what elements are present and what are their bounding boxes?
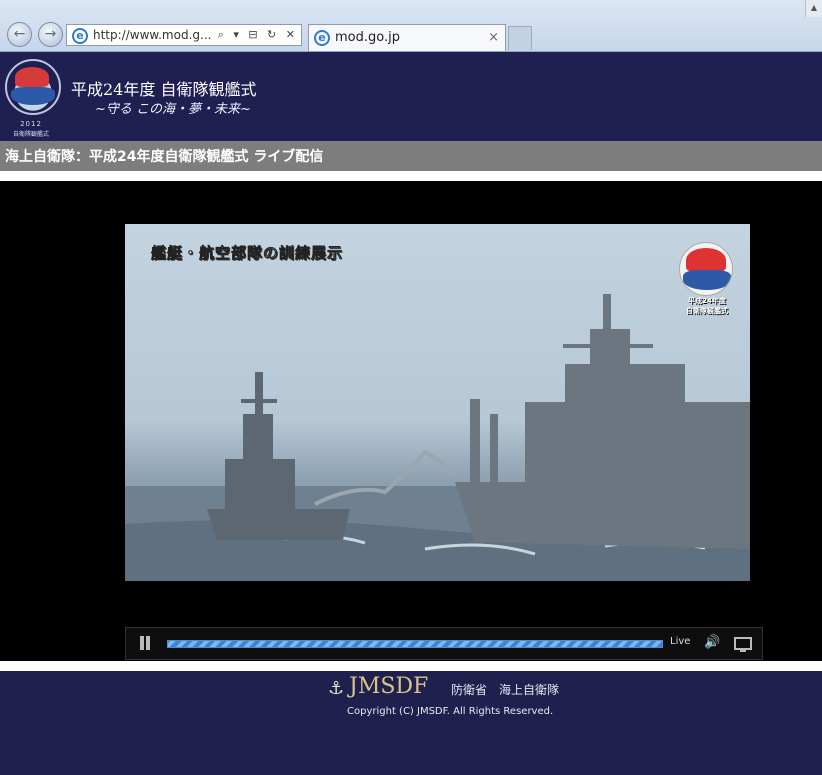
channel-label: 平成24年度 自衛隊観艦式 (675, 296, 739, 316)
divider (0, 171, 822, 181)
tab-title: mod.go.jp (335, 30, 400, 45)
ie-tab-icon: e (314, 30, 330, 46)
volume-icon[interactable]: 🔊 (704, 635, 724, 653)
back-arrow-icon: ← (13, 26, 26, 42)
brand-name[interactable]: JMSDF (349, 674, 428, 699)
site-header: 2012 自衛隊観艦式 平成24年度 自衛隊観艦式 ~守る この海・夢・未来~ (0, 52, 822, 141)
video-frame[interactable]: 艦艇・航空部隊の訓練展示 平成24年度 自衛隊観艦式 (125, 224, 750, 581)
supply-ship (455, 294, 750, 549)
logo-blue-wave (11, 87, 55, 105)
forward-arrow-icon: → (44, 26, 57, 42)
fleet-review-logo[interactable] (5, 59, 61, 115)
ships-scene (125, 294, 750, 581)
address-bar-tools-icons[interactable]: ⌕ ▾ ⊟ ↻ ✕ (218, 25, 298, 45)
pause-button[interactable] (138, 636, 152, 652)
fullscreen-icon[interactable] (734, 637, 752, 652)
organization-name: 防衛省 海上自衛隊 (451, 683, 560, 697)
address-bar[interactable]: e http://www.mod.g... ⌕ ▾ ⊟ ↻ ✕ (66, 24, 302, 46)
event-subtitle: ~守る この海・夢・未来~ (95, 102, 251, 117)
ie-page-icon: e (72, 28, 88, 44)
logo-year: 2012 (20, 120, 42, 128)
page-title: 海上自衛隊：平成24年度自衛隊観艦式 ライブ配信 (5, 149, 324, 165)
pause-bar-right-icon (146, 636, 150, 650)
back-button[interactable]: ← (7, 22, 32, 47)
divider (0, 661, 822, 671)
channel-logo-blue (683, 270, 731, 290)
video-player: 艦艇・航空部隊の訓練展示 平成24年度 自衛隊観艦式 Live 🔊 (0, 181, 822, 661)
channel-label-line2: 自衛隊観艦式 (686, 307, 728, 315)
browser-tab[interactable]: e mod.go.jp × (308, 24, 506, 51)
page-title-bar: 海上自衛隊：平成24年度自衛隊観艦式 ライブ配信 (0, 141, 822, 171)
logo-red-wave (15, 67, 49, 87)
site-footer: ⚓ JMSDF 防衛省 海上自衛隊 Copyright (C) JMSDF. A… (0, 671, 822, 775)
event-title: 平成24年度 自衛隊観艦式 (71, 80, 257, 99)
player-controls: Live 🔊 (125, 627, 763, 660)
forward-button[interactable]: → (38, 22, 63, 47)
pause-bar-left-icon (140, 636, 144, 650)
progress-bar[interactable] (167, 640, 663, 648)
address-url: http://www.mod.g... (93, 28, 212, 42)
scroll-up-arrow-icon[interactable]: ▲ (805, 0, 822, 17)
small-ship (207, 372, 350, 540)
channel-logo-red (686, 248, 726, 272)
anchor-icon: ⚓ (328, 678, 345, 699)
tab-close-icon[interactable]: × (488, 25, 499, 50)
video-caption: 艦艇・航空部隊の訓練展示 (151, 244, 344, 263)
copyright-text: Copyright (C) JMSDF. All Rights Reserved… (347, 706, 554, 717)
channel-logo (679, 242, 733, 296)
logo-subtitle: 自衛隊観艦式 (12, 131, 49, 138)
channel-label-line1: 平成24年度 (688, 297, 726, 305)
live-label: Live (670, 636, 691, 647)
browser-chrome: ← → e http://www.mod.g... ⌕ ▾ ⊟ ↻ ✕ e mo… (0, 0, 822, 52)
new-tab-button[interactable] (508, 26, 532, 50)
